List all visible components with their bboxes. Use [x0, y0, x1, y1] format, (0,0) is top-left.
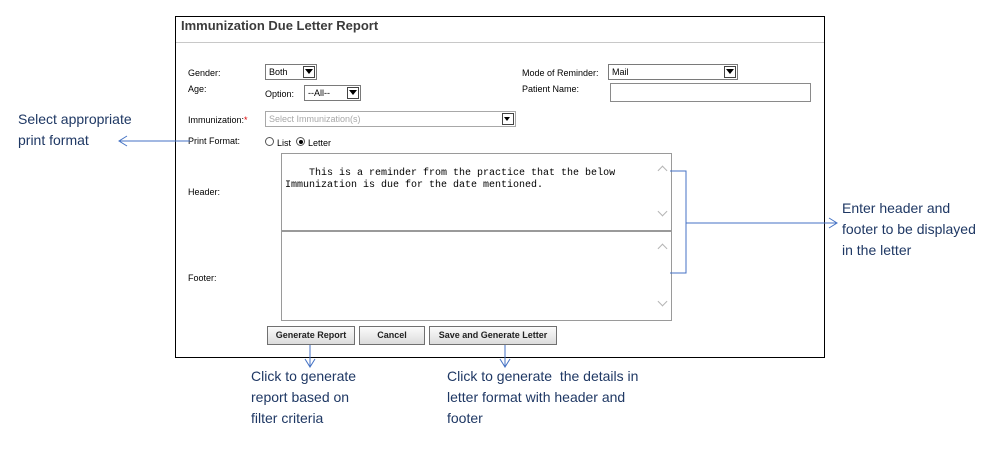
patient-name-input[interactable]: [610, 83, 811, 102]
mode-of-reminder-label: Mode of Reminder:: [522, 68, 599, 78]
patient-name-label: Patient Name:: [522, 84, 580, 94]
footer-textarea[interactable]: [281, 231, 672, 321]
footer-scrollbar[interactable]: [656, 233, 670, 319]
gender-select-value: Both: [269, 67, 288, 77]
window-title: Immunization Due Letter Report: [181, 18, 379, 33]
print-format-list-radio[interactable]: [265, 137, 274, 146]
header-footer-callout: Enter header and footer to be displayed …: [842, 200, 976, 258]
immunization-label: Immunization:*: [188, 115, 248, 125]
option-select-value: --All--: [308, 88, 330, 98]
gender-label: Gender:: [188, 68, 221, 78]
print-format-list-label: List: [277, 138, 292, 148]
save-and-generate-letter-button[interactable]: Save and Generate Letter: [429, 326, 557, 345]
age-label: Age:: [188, 84, 207, 94]
chevron-up-icon[interactable]: [657, 165, 668, 176]
save-generate-callout: Click to generate the details in letter …: [447, 368, 639, 426]
header-textarea[interactable]: This is a reminder from the practice tha…: [281, 153, 672, 231]
chevron-up-icon[interactable]: [657, 243, 668, 254]
cancel-button[interactable]: Cancel: [359, 326, 425, 345]
required-marker: *: [244, 115, 248, 125]
print-format-letter-radio[interactable]: [296, 137, 305, 146]
header-text: This is a reminder from the practice tha…: [285, 168, 616, 191]
immunization-select[interactable]: Select Immunization(s): [265, 111, 516, 127]
mode-of-reminder-select[interactable]: Mail: [608, 64, 738, 80]
chevron-down-icon[interactable]: [657, 296, 668, 307]
option-select[interactable]: --All--: [304, 85, 361, 101]
immunization-placeholder: Select Immunization(s): [269, 114, 361, 124]
chevron-down-icon: [347, 87, 359, 99]
print-format-label: Print Format:: [188, 136, 241, 146]
mode-of-reminder-value: Mail: [612, 67, 629, 77]
print-format-callout: Select appropriate print format: [18, 111, 132, 148]
print-format-letter-label: Letter: [308, 138, 332, 148]
arrow-right-icon: [828, 217, 838, 229]
footer-label: Footer:: [188, 273, 217, 283]
chevron-down-icon: [502, 113, 514, 125]
gender-select[interactable]: Both: [265, 64, 317, 80]
immunization-label-text: Immunization:: [188, 115, 245, 125]
chevron-down-icon: [303, 66, 315, 78]
header-scrollbar[interactable]: [656, 155, 670, 229]
title-divider: [176, 42, 824, 43]
chevron-down-icon: [724, 66, 736, 78]
option-label: Option:: [265, 89, 295, 99]
generate-report-callout: Click to generate report based on filter…: [251, 368, 357, 426]
chevron-down-icon[interactable]: [657, 206, 668, 217]
report-window: Immunization Due Letter Report Gender: B…: [175, 16, 825, 358]
header-label: Header:: [188, 187, 221, 197]
generate-report-button[interactable]: Generate Report: [267, 326, 355, 345]
